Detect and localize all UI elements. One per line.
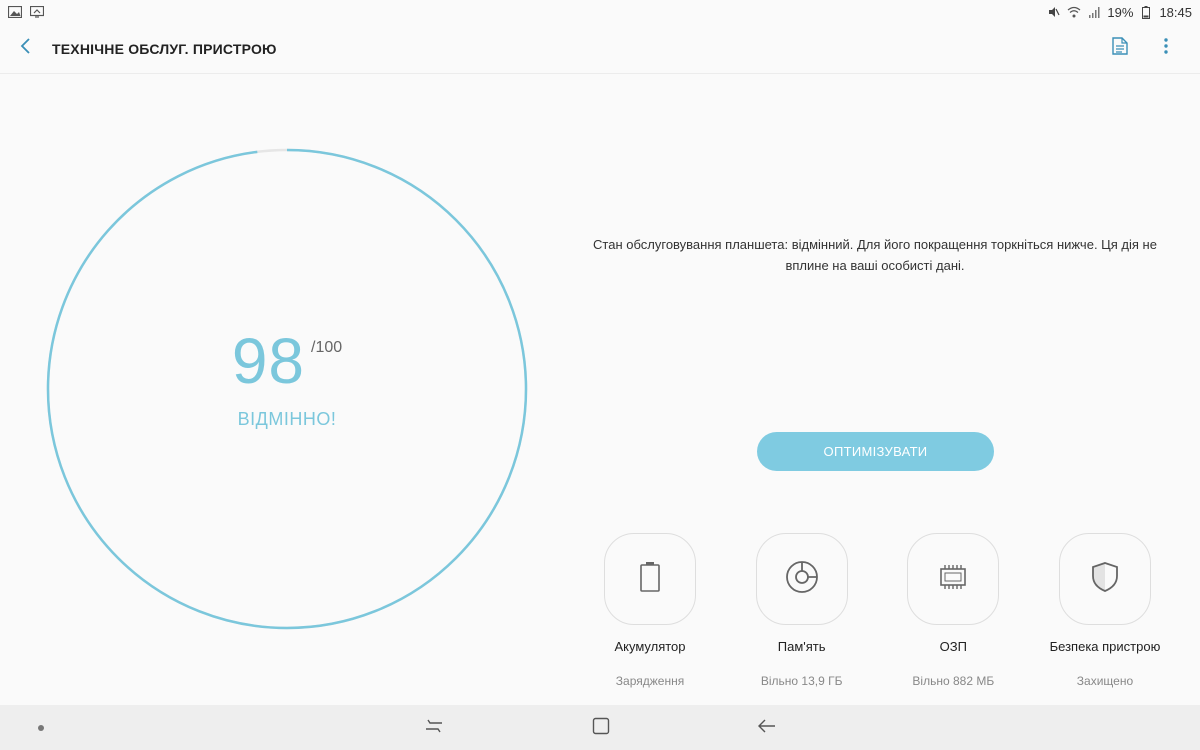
category-subtitle: Вільно 13,9 ГБ xyxy=(760,674,843,688)
score-line: 98 /100 xyxy=(232,329,342,393)
category-battery[interactable]: Акумулятор Зарядження xyxy=(575,533,725,693)
category-subtitle: Зарядження xyxy=(615,674,685,688)
ram-chip-icon xyxy=(937,564,969,595)
category-list: Акумулятор Зарядження Пам'ять Вільно 13,… xyxy=(575,533,1180,693)
back-button[interactable] xyxy=(0,24,52,74)
category-title: Пам'ять xyxy=(777,639,826,654)
wifi-icon xyxy=(1067,6,1081,18)
clock: 18:45 xyxy=(1159,4,1192,20)
category-ram[interactable]: ОЗП Вільно 882 МБ xyxy=(878,533,1028,693)
category-security-circle[interactable] xyxy=(1058,533,1151,625)
nav-back-button[interactable] xyxy=(754,715,780,741)
status-description: Стан обслуговування планшета: відмінний.… xyxy=(593,237,1157,273)
cast-icon xyxy=(30,6,44,18)
document-icon xyxy=(1112,37,1128,60)
report-button[interactable] xyxy=(1102,31,1138,67)
category-storage-circle[interactable] xyxy=(755,533,848,625)
more-vert-icon xyxy=(1164,38,1168,59)
recents-icon xyxy=(425,718,443,739)
score-max: /100 xyxy=(311,338,343,356)
category-storage[interactable]: Пам'ять Вільно 13,9 ГБ xyxy=(727,533,877,693)
status-bar: 19% 18:45 xyxy=(0,0,1200,24)
category-title: ОЗП xyxy=(939,639,967,654)
battery-icon xyxy=(639,561,661,598)
mute-icon xyxy=(1047,6,1061,18)
nav-dot-indicator[interactable] xyxy=(38,725,44,731)
signal-icon xyxy=(1087,6,1101,18)
score-box: 98 /100 ВІДМІННО! xyxy=(46,148,528,630)
status-right: 19% 18:45 xyxy=(1047,5,1192,20)
score-value: 98 xyxy=(231,324,306,397)
more-options-button[interactable] xyxy=(1148,31,1184,67)
score-label: ВІДМІННО! xyxy=(237,408,337,429)
status-left xyxy=(8,6,44,18)
score-ring: 98 /100 ВІДМІННО! xyxy=(46,148,528,630)
back-icon xyxy=(758,718,776,739)
battery-icon xyxy=(1139,5,1153,19)
back-arrow-icon xyxy=(20,38,32,59)
page-title: ТЕХНІЧНЕ ОБСЛУГ. ПРИСТРОЮ xyxy=(52,40,277,57)
optimize-button[interactable]: ОПТИМІЗУВАТИ xyxy=(757,432,994,471)
category-title: Акумулятор xyxy=(614,639,686,654)
shield-icon xyxy=(1091,561,1119,598)
category-title: Безпека пристрою xyxy=(1049,639,1161,654)
battery-percent: 19% xyxy=(1107,4,1134,20)
category-subtitle: Захищено xyxy=(1076,674,1134,688)
home-button[interactable] xyxy=(588,715,614,741)
storage-icon xyxy=(785,560,819,599)
navigation-bar xyxy=(0,705,1200,750)
category-security[interactable]: Безпека пристрою Захищено xyxy=(1030,533,1180,693)
app-actions xyxy=(1102,31,1200,67)
app-bar: ТЕХНІЧНЕ ОБСЛУГ. ПРИСТРОЮ xyxy=(0,24,1200,74)
home-icon xyxy=(592,717,610,740)
category-subtitle: Вільно 882 МБ xyxy=(912,674,995,688)
category-battery-circle[interactable] xyxy=(604,533,696,625)
gallery-icon xyxy=(8,6,22,18)
recents-button[interactable] xyxy=(421,715,447,741)
category-ram-circle[interactable] xyxy=(907,533,1000,625)
